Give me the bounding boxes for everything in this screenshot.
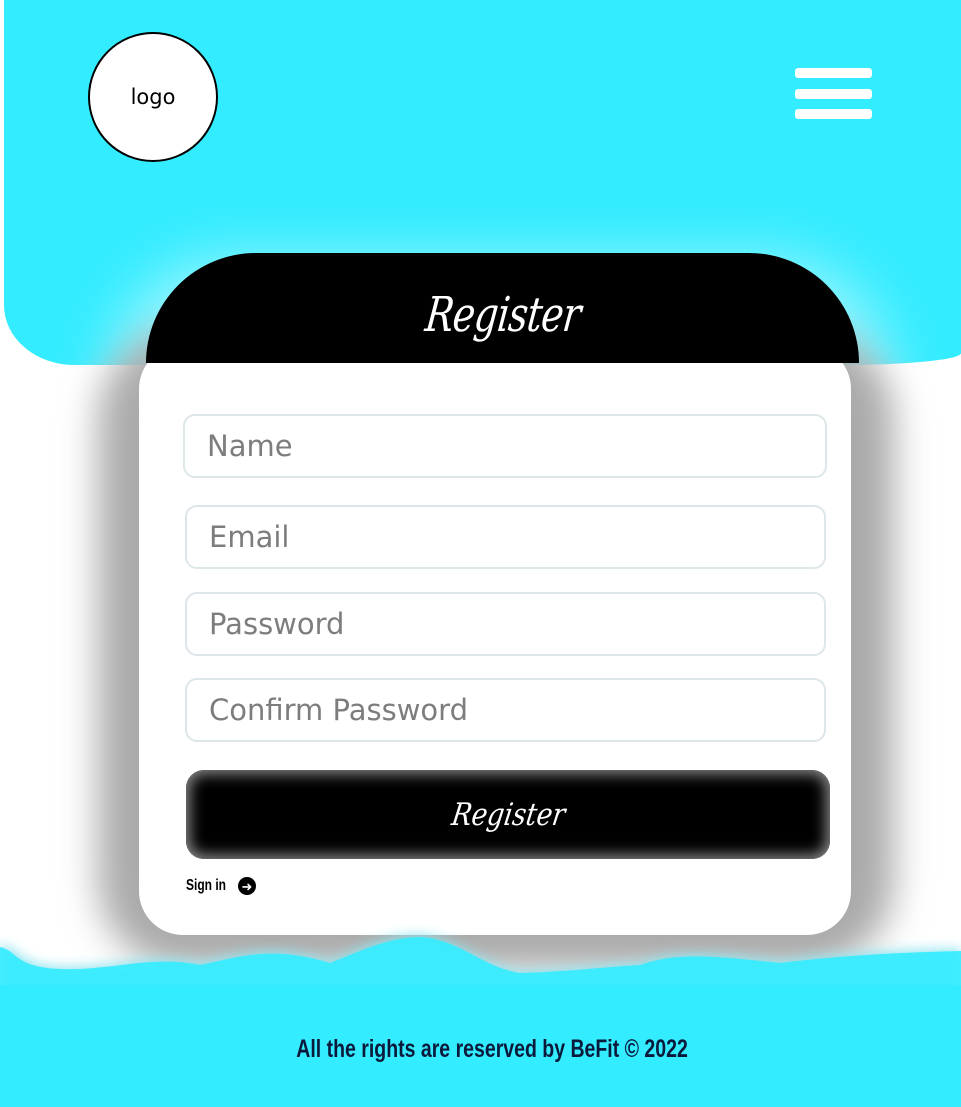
register-button-label: Register	[448, 796, 568, 833]
logo[interactable]: logo	[88, 32, 218, 162]
footer-copyright: All the rights are reserved by BeFit © 2…	[296, 1035, 688, 1063]
register-title: Register	[422, 287, 583, 343]
menu-bar-bottom	[795, 109, 872, 119]
hamburger-menu-icon[interactable]	[795, 68, 872, 120]
name-input[interactable]	[183, 414, 827, 478]
menu-bar-middle	[795, 89, 872, 99]
logo-text: logo	[130, 85, 176, 109]
password-input[interactable]	[185, 592, 826, 656]
register-card-header: Register	[146, 253, 859, 363]
menu-bar-top	[795, 68, 872, 78]
footer-wave	[0, 935, 961, 1107]
arrow-right-circle-icon[interactable]: ➜	[238, 877, 256, 895]
register-button[interactable]: Register	[186, 770, 830, 859]
confirm-password-input[interactable]	[185, 678, 826, 742]
signin-link[interactable]: Sign in ➜	[186, 877, 256, 895]
email-input[interactable]	[185, 505, 826, 569]
signin-label: Sign in	[186, 877, 226, 894]
